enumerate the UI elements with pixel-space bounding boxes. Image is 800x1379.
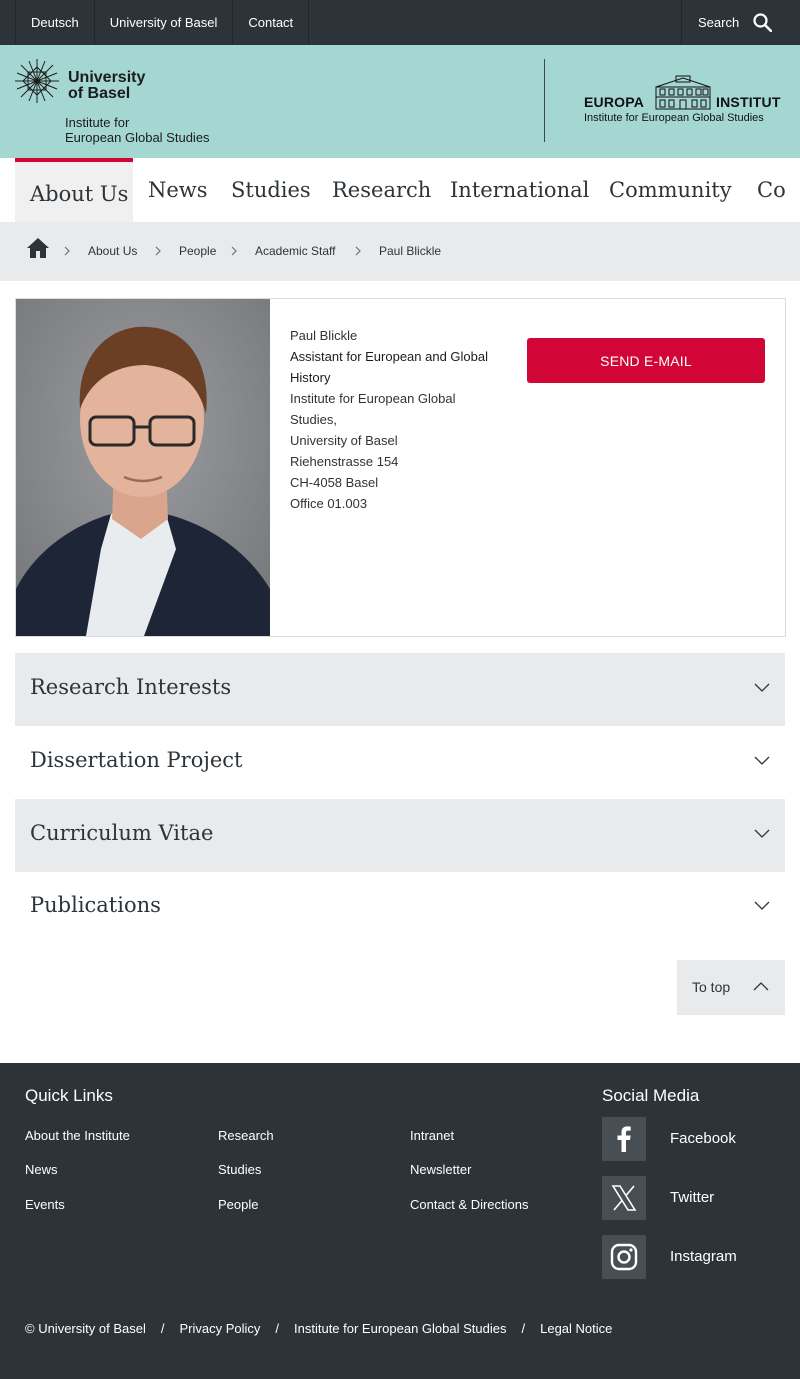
quick-link[interactable]: Research: [218, 1128, 274, 1143]
breadcrumb-current-page: Paul Blickle: [379, 244, 442, 258]
profile-photo: [16, 299, 270, 636]
institute-link[interactable]: Institute for European Global Studies: [294, 1321, 506, 1336]
nav-item-about-us[interactable]: About Us: [15, 158, 133, 222]
chevron-right-icon: [355, 246, 361, 256]
quick-link[interactable]: Studies: [218, 1162, 261, 1177]
breadcrumb-academic-staff[interactable]: Academic Staff: [255, 244, 335, 258]
social-media-title: Social Media: [602, 1086, 700, 1105]
quick-link[interactable]: Intranet: [410, 1128, 454, 1143]
chevron-right-icon: [64, 246, 70, 256]
university-logo-icon[interactable]: [15, 59, 59, 103]
instagram-icon: [602, 1235, 646, 1279]
accordion-curriculum-vitae[interactable]: Curriculum Vitae: [15, 799, 785, 872]
legal-links: © University of Basel / Privacy Policy /…: [25, 1321, 613, 1336]
send-email-button[interactable]: SEND E-MAIL: [527, 338, 765, 383]
to-top-label: To top: [692, 979, 731, 995]
quick-link[interactable]: Events: [25, 1197, 65, 1212]
breadcrumb: About Us People Academic Staff Paul Blic…: [0, 222, 800, 281]
accordion-publications[interactable]: Publications: [15, 871, 785, 944]
quick-link[interactable]: News: [25, 1162, 58, 1177]
quick-link[interactable]: About the Institute: [25, 1128, 130, 1143]
address-line: Riehenstrasse 154: [290, 454, 399, 469]
nav-item-community[interactable]: Community: [609, 158, 732, 222]
address-line: Studies,: [290, 412, 337, 427]
privacy-policy-link[interactable]: Privacy Policy: [179, 1321, 260, 1336]
contact-link[interactable]: Contact: [232, 0, 310, 45]
office-number: Office 01.003: [290, 496, 368, 511]
main-navigation: About Us News Studies Research Internati…: [0, 158, 800, 222]
chevron-down-icon: [754, 829, 770, 838]
institut-word: INSTITUT: [716, 94, 781, 110]
institute-name: Institute for European Global Studies: [65, 115, 210, 145]
address-line: Institute for European Global: [290, 391, 456, 406]
social-facebook[interactable]: Facebook: [602, 1117, 782, 1161]
address-line: University of Basel: [290, 433, 398, 448]
accordion-title: Dissertation Project: [30, 748, 243, 772]
search-button[interactable]: Search: [681, 0, 800, 45]
social-twitter[interactable]: Twitter: [602, 1176, 782, 1220]
chevron-up-icon: [753, 982, 769, 991]
legal-notice-link[interactable]: Legal Notice: [540, 1321, 612, 1336]
top-links: Deutsch University of Basel Contact: [15, 0, 310, 45]
building-icon: [655, 75, 711, 110]
language-link-deutsch[interactable]: Deutsch: [15, 0, 95, 45]
accordion-title: Research Interests: [30, 675, 232, 699]
breadcrumb-people[interactable]: People: [179, 244, 216, 258]
nav-item-truncated[interactable]: Co: [757, 158, 786, 222]
chevron-down-icon: [754, 683, 770, 692]
university-name[interactable]: University of Basel: [68, 70, 145, 102]
quick-links-title: Quick Links: [25, 1086, 113, 1105]
x-twitter-icon: [602, 1176, 646, 1220]
europa-institut-logo[interactable]: EUROPA INSTITUT Institute for European G…: [584, 75, 789, 127]
nav-item-studies[interactable]: Studies: [231, 158, 311, 222]
accordion-title: Publications: [30, 893, 161, 917]
to-top-button[interactable]: To top: [677, 960, 785, 1015]
twitter-label: Twitter: [670, 1189, 715, 1206]
header-divider: [544, 59, 545, 142]
accordion-dissertation-project[interactable]: Dissertation Project: [15, 726, 785, 799]
staff-name: Paul Blickle: [290, 328, 358, 343]
instagram-label: Instagram: [670, 1248, 737, 1265]
nav-item-international[interactable]: International: [450, 158, 589, 222]
europa-subtitle: Institute for European Global Studies: [584, 112, 764, 124]
search-icon: [753, 13, 772, 32]
university-link[interactable]: University of Basel: [93, 0, 234, 45]
europa-word: EUROPA: [584, 94, 645, 110]
staff-role: Assistant for European and Global Histor…: [290, 349, 489, 385]
social-instagram[interactable]: Instagram: [602, 1235, 782, 1279]
facebook-icon: [602, 1117, 646, 1161]
copyright-link[interactable]: © University of Basel: [25, 1321, 146, 1336]
nav-item-research[interactable]: Research: [332, 158, 431, 222]
site-footer: Quick Links About the Institute News Eve…: [0, 1063, 800, 1379]
address-line: CH-4058 Basel: [290, 475, 379, 490]
contact-details: Paul Blickle Assistant for European and …: [290, 325, 515, 514]
chevron-right-icon: [155, 246, 161, 256]
accordion-title: Curriculum Vitae: [30, 821, 214, 845]
facebook-label: Facebook: [670, 1130, 736, 1147]
nav-item-news[interactable]: News: [148, 158, 208, 222]
profile-card: Paul Blickle Assistant for European and …: [15, 298, 786, 637]
breadcrumb-about-us[interactable]: About Us: [88, 244, 137, 258]
chevron-down-icon: [754, 901, 770, 910]
search-label: Search: [698, 15, 740, 30]
quick-link[interactable]: Newsletter: [410, 1162, 471, 1177]
quick-link[interactable]: Contact & Directions: [410, 1197, 529, 1212]
site-header: University of Basel Institute for Europe…: [0, 45, 800, 158]
chevron-down-icon: [754, 756, 770, 765]
accordion-research-interests[interactable]: Research Interests: [15, 653, 785, 726]
top-utility-bar: Deutsch University of Basel Contact Sear…: [0, 0, 800, 45]
chevron-right-icon: [231, 246, 237, 256]
quick-link[interactable]: People: [218, 1197, 258, 1212]
home-icon[interactable]: [26, 237, 50, 259]
